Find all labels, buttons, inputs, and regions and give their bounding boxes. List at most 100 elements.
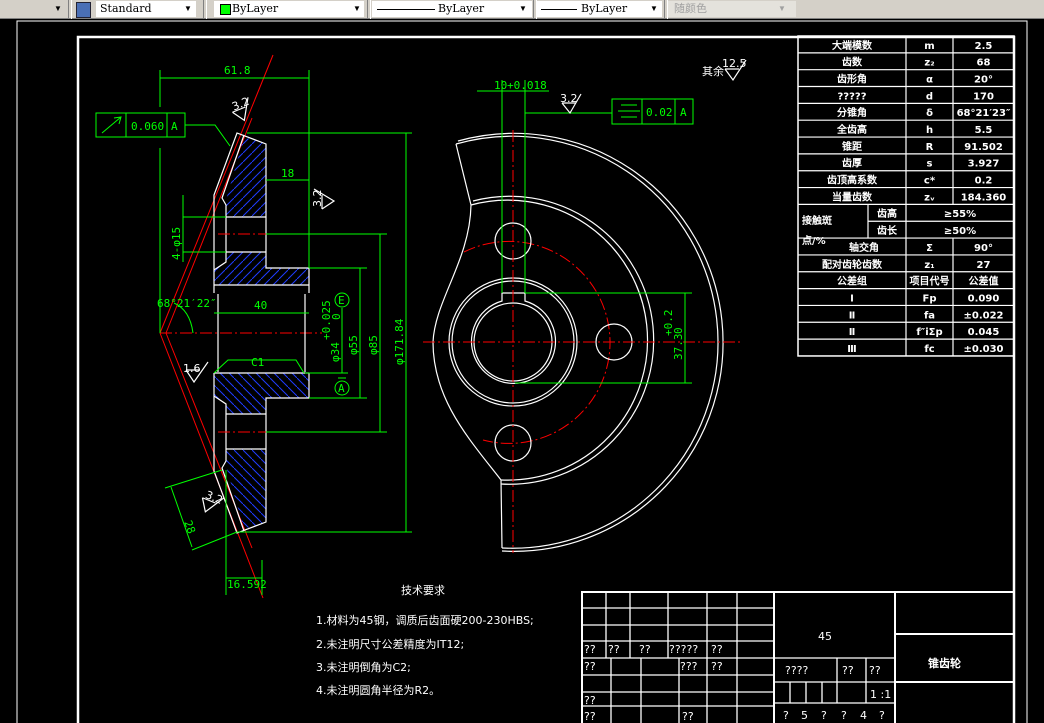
table-row-symbol: R: [926, 142, 934, 153]
weight-label: ??: [842, 664, 854, 677]
table-row-value: ±0.022: [963, 310, 1003, 321]
dim-length: 61.8: [224, 64, 251, 77]
table-row-symbol: d: [926, 91, 933, 102]
stage-label: ????: [785, 664, 809, 677]
dim-key-tol-lower: 0: [672, 327, 685, 334]
table-row-label: 全齿高: [836, 123, 867, 136]
ratio-label: ??: [869, 664, 881, 677]
table-row-value: 0.090: [968, 293, 1000, 304]
material-label: 45: [818, 630, 832, 643]
svg-text:1.6: 1.6: [183, 362, 201, 375]
contact-label: 接触斑: [802, 214, 832, 227]
table-row-symbol: z₁: [924, 260, 934, 271]
dim-55: φ55: [347, 335, 360, 355]
part-name: 锥齿轮: [928, 656, 961, 670]
title-cell: ??: [584, 643, 596, 656]
table-row-label: ?????: [837, 91, 866, 102]
title-cell: ??: [584, 694, 596, 707]
title-cell: ??: [608, 643, 620, 656]
table-row-label: 配对齿轮齿数: [822, 258, 883, 271]
table-row-label: 公差组: [837, 275, 867, 288]
table-row-label: 轴交角: [849, 241, 879, 254]
table-row-symbol: δ: [926, 108, 933, 119]
dim-holes: 4-φ15: [170, 227, 183, 260]
title-cell: ???: [680, 660, 698, 673]
dim-key-width: 10: [494, 79, 507, 92]
table-row-symbol: m: [924, 41, 934, 52]
table-row-symbol: zᵥ: [924, 192, 935, 203]
table-row-value: 3.927: [968, 159, 1000, 170]
dim-171: φ171.84: [393, 318, 406, 365]
chamfer-label: C1: [251, 356, 264, 369]
sheet-cell: ?: [841, 709, 847, 722]
title-cell: ?????: [669, 643, 698, 656]
runout-value: 0.060: [131, 120, 164, 133]
contact-label: 点/%: [802, 234, 826, 247]
table-row-label: 齿形角: [837, 73, 867, 86]
title-cell: ??: [639, 643, 651, 656]
title-cell: ??: [711, 643, 723, 656]
table-row-symbol: fc: [924, 344, 934, 355]
dim-16592: 16.592: [227, 578, 267, 591]
dim-85: φ85: [367, 335, 380, 355]
table-row-value: 184.360: [961, 192, 1007, 203]
dim-bore-tol-lower: 0: [330, 313, 343, 320]
table-row-label: 分锥角: [837, 106, 867, 119]
symmetry-value: 0.02: [646, 106, 673, 119]
drawing-canvas[interactable]: E A 61.8 18 40 C1 68°21′22″ 4-φ15 φ34 +0…: [0, 0, 1044, 723]
table-row-symbol: h: [926, 125, 933, 136]
table-row-label: Ⅱ: [849, 310, 856, 321]
svg-text:12.5: 12.5: [722, 57, 747, 70]
tech-title: 技术要求: [401, 584, 445, 597]
dim-key-tol: +0.018: [507, 79, 547, 92]
symmetry-datum: A: [680, 106, 687, 119]
dim-18: 18: [281, 167, 294, 180]
table-row-value: 2.5: [975, 41, 993, 52]
table-row-label: 齿厚: [842, 157, 862, 170]
table-row-label: 齿长: [877, 224, 898, 237]
scale-label: 1 :1: [870, 688, 891, 701]
table-row-value: 27: [977, 260, 991, 271]
title-cell: ??: [584, 710, 596, 723]
table-row-value: 5.5: [975, 125, 993, 136]
dim-bore: φ34: [329, 342, 342, 362]
svg-text:3.2: 3.2: [560, 92, 578, 105]
table-row-symbol: c*: [924, 176, 936, 187]
dim-angle: 68°21′22″: [157, 297, 217, 310]
table-row-label: 锥距: [842, 140, 862, 153]
table-row-symbol: fa: [924, 310, 935, 321]
table-row-value: 公差值: [969, 275, 999, 288]
table-row-symbol: 项目代号: [910, 275, 950, 288]
datum-label: A: [338, 382, 345, 395]
sheet-cell: ?: [879, 709, 885, 722]
dim-key-depth: 37.3: [672, 334, 685, 361]
table-row-value: ≥50%: [944, 226, 976, 237]
table-row-label: Ⅲ: [847, 344, 856, 355]
dim-40: 40: [254, 299, 267, 312]
svg-text:其余: 其余: [702, 64, 724, 78]
title-cell: ??: [682, 710, 694, 723]
table-row-value: ≥55%: [944, 209, 976, 220]
table-row-label: 当量齿数: [832, 190, 873, 203]
table-row-label: 齿高: [877, 207, 897, 220]
table-row-label: Ⅰ: [850, 293, 854, 304]
table-row-value: 0.045: [968, 327, 1000, 338]
table-row-label: 齿数: [842, 56, 863, 69]
table-row-label: 大端模数: [832, 39, 873, 52]
table-row-symbol: Σ: [926, 243, 933, 254]
title-cell: ??: [711, 660, 723, 673]
table-row-value: 68: [977, 58, 991, 69]
envelope-label: E: [338, 294, 345, 307]
table-row-symbol: α: [926, 75, 933, 86]
runout-datum: A: [171, 120, 178, 133]
table-row-symbol: f″iΣp: [916, 327, 942, 338]
tech-item: 3.未注明倒角为C2;: [316, 660, 411, 674]
svg-text:3.2: 3.2: [311, 190, 324, 208]
table-row-value: 0.2: [975, 176, 993, 187]
table-row-value: 20°: [974, 75, 993, 86]
table-row-value: ±0.030: [963, 344, 1003, 355]
table-row-label: 齿顶高系数: [827, 174, 878, 187]
tech-item: 4.未注明圆角半径为R2。: [316, 683, 440, 697]
table-row-value: 90°: [974, 243, 993, 254]
table-row-symbol: Fp: [923, 293, 937, 304]
